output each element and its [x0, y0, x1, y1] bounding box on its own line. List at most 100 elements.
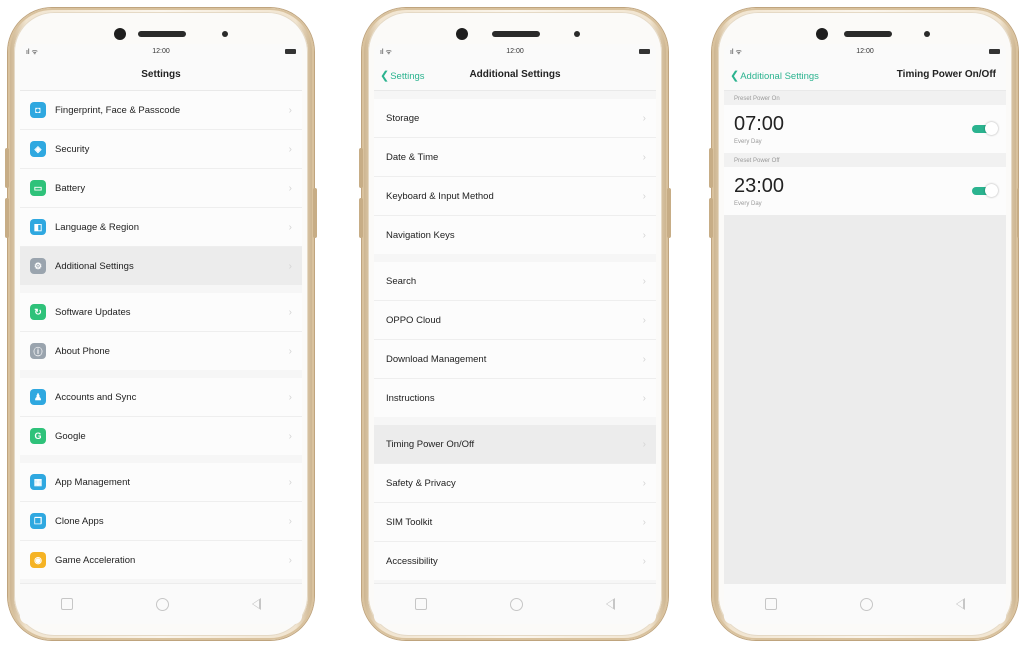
game-icon: ◉ [30, 552, 46, 568]
volume-button [709, 198, 713, 238]
camera-icon [114, 28, 126, 40]
settings-item[interactable]: ◧ Language & Region › [20, 208, 302, 247]
settings-item[interactable]: Safety & Privacy › [374, 464, 656, 503]
settings-item-label: Keyboard & Input Method [386, 190, 494, 202]
settings-list: ◘ Fingerprint, Face & Passcode › ◈ Security ›… [20, 91, 302, 587]
battery-status-icon [989, 49, 1000, 54]
chevron-right-icon: › [642, 112, 646, 124]
settings-item[interactable]: Accessibility › [374, 542, 656, 580]
settings-item[interactable]: ◉ Game Acceleration › [20, 541, 302, 579]
back-label: Additional Settings [740, 71, 819, 82]
language-icon: ◧ [30, 219, 46, 235]
settings-item-label: SIM Toolkit [386, 516, 433, 528]
settings-item[interactable]: G Google › [20, 417, 302, 455]
settings-group: ♟ Accounts and Sync › G Google › [20, 378, 302, 455]
nav-bar [374, 583, 656, 624]
account-icon: ♟ [30, 389, 46, 405]
settings-item[interactable]: Timing Power On/Off › [374, 425, 656, 464]
power-off-row[interactable]: 23:00 Every Day [724, 167, 1006, 215]
back-icon[interactable] [955, 598, 965, 610]
settings-item-label: App Management [55, 476, 130, 488]
timing-content: Preset Power On 07:00 Every Day Preset P… [724, 91, 1006, 584]
battery-status-icon [639, 49, 650, 54]
status-bar: ıl ᯤ 12:00 [20, 44, 302, 60]
settings-item-label: Accounts and Sync [55, 391, 137, 403]
settings-item[interactable]: Instructions › [374, 379, 656, 417]
settings-item[interactable]: Search › [374, 262, 656, 301]
section-header: Preset Power Off [724, 153, 1006, 167]
settings-item[interactable]: Navigation Keys › [374, 216, 656, 254]
settings-item[interactable]: Keyboard & Input Method › [374, 177, 656, 216]
speaker-grille [844, 31, 892, 37]
sensor [574, 31, 580, 37]
chevron-right-icon: › [642, 190, 646, 202]
power-button [667, 188, 671, 238]
settings-item-label: Security [55, 143, 90, 155]
back-link[interactable]: ❮Additional Settings [730, 69, 819, 82]
settings-item-label: Storage [386, 112, 420, 124]
settings-item[interactable]: OPPO Cloud › [374, 301, 656, 340]
power-on-toggle[interactable] [972, 122, 998, 135]
settings-item-label: Timing Power On/Off [386, 438, 475, 450]
settings-item-label: Navigation Keys [386, 229, 455, 241]
home-icon[interactable] [155, 597, 169, 611]
power-button [313, 188, 317, 238]
sensor [924, 31, 930, 37]
fingerprint-icon: ◘ [30, 102, 46, 118]
phone-additional-settings: ıl ᯤ 12:00 ❮Settings Additional Settings… [359, 8, 671, 640]
camera-icon [816, 28, 828, 40]
chevron-right-icon: › [642, 392, 646, 404]
back-icon[interactable] [605, 598, 615, 610]
recent-apps-icon[interactable] [765, 598, 778, 610]
settings-item-label: Software Updates [55, 306, 131, 318]
settings-item[interactable]: SIM Toolkit › [374, 503, 656, 542]
settings-item[interactable]: Download Management › [374, 340, 656, 379]
status-bar: ıl ᯤ 12:00 [724, 44, 1006, 60]
recent-apps-icon[interactable] [415, 598, 428, 610]
settings-item[interactable]: ↻ Software Updates › [20, 293, 302, 332]
chevron-right-icon: › [288, 306, 292, 318]
power-on-row[interactable]: 07:00 Every Day [724, 105, 1006, 153]
chevron-right-icon: › [642, 477, 646, 489]
nav-bar [20, 583, 302, 624]
google-icon: G [30, 428, 46, 444]
additional-settings-list: Storage › Date & Time › Keyboard & Input Met… [374, 99, 656, 588]
chevron-right-icon: › [288, 260, 292, 272]
settings-group: Timing Power On/Off › Safety & Privacy › SIM… [374, 425, 656, 580]
settings-item-label: OPPO Cloud [386, 314, 441, 326]
settings-item[interactable]: ⚙ Additional Settings › [20, 247, 302, 285]
chevron-right-icon: › [288, 391, 292, 403]
chevron-right-icon: › [642, 151, 646, 163]
recent-apps-icon[interactable] [61, 598, 74, 610]
settings-item[interactable]: ♟ Accounts and Sync › [20, 378, 302, 417]
power-on-time: 07:00 [734, 113, 785, 135]
power-off-time: 23:00 [734, 175, 785, 197]
settings-item[interactable]: ▭ Battery › [20, 169, 302, 208]
settings-item[interactable]: Date & Time › [374, 138, 656, 177]
screen: ıl ᯤ 12:00 ❮Additional Settings Timing P… [724, 44, 1006, 624]
chevron-right-icon: › [288, 182, 292, 194]
settings-item[interactable]: Storage › [374, 99, 656, 138]
chevron-right-icon: › [288, 554, 292, 566]
settings-item-label: About Phone [55, 345, 110, 357]
speaker-grille [492, 31, 540, 37]
volume-button [5, 148, 9, 188]
back-icon[interactable] [251, 598, 261, 610]
status-time: 12:00 [856, 48, 874, 55]
settings-item[interactable]: ◈ Security › [20, 130, 302, 169]
settings-group: ▦ App Management › ❐ Clone Apps › ◉ Game Accele… [20, 463, 302, 579]
phone-timing-power: ıl ᯤ 12:00 ❮Additional Settings Timing P… [709, 8, 1019, 640]
home-icon[interactable] [509, 597, 523, 611]
settings-group: Search › OPPO Cloud › Download Management › In… [374, 262, 656, 417]
page-title: Settings [141, 69, 181, 80]
power-off-toggle[interactable] [972, 184, 998, 197]
settings-item-label: Additional Settings [55, 260, 134, 272]
home-icon[interactable] [859, 597, 873, 611]
settings-item[interactable]: ❐ Clone Apps › [20, 502, 302, 541]
chevron-right-icon: › [288, 515, 292, 527]
battery-status-icon [285, 49, 296, 54]
settings-item[interactable]: ◘ Fingerprint, Face & Passcode › [20, 91, 302, 130]
settings-item[interactable]: ▦ App Management › [20, 463, 302, 502]
power-on-repeat: Every Day [734, 139, 762, 145]
settings-item[interactable]: ⓘ About Phone › [20, 332, 302, 370]
